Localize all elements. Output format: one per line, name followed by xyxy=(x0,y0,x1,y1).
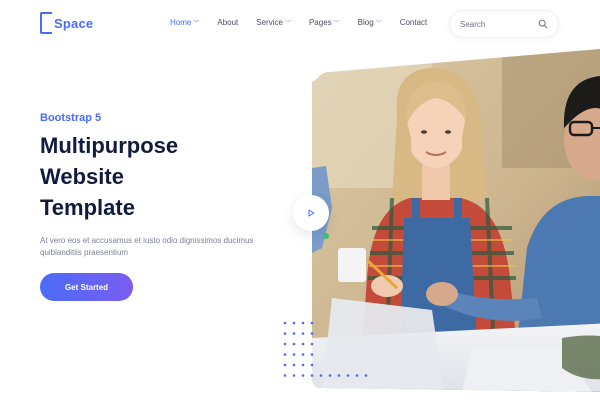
hero-description: At vero eos et accusamus et iusto odio d… xyxy=(40,236,254,257)
hero-title: Multipurpose Website Template xyxy=(40,130,280,223)
decorative-dot xyxy=(310,332,314,335)
decorative-dot xyxy=(292,353,296,356)
decorative-dot xyxy=(292,363,296,367)
search-input[interactable]: Search xyxy=(460,20,538,29)
decorative-dot-grid xyxy=(283,321,368,377)
video-play-button[interactable] xyxy=(293,195,329,231)
decorative-dot xyxy=(292,374,296,377)
decorative-dot xyxy=(292,342,296,346)
nav-item-contact[interactable]: Contact xyxy=(400,18,428,27)
play-icon xyxy=(308,209,315,217)
decorative-dot xyxy=(328,374,332,377)
logo-mark-icon xyxy=(40,12,52,34)
decorative-dot xyxy=(301,332,305,335)
chevron-down-icon: ﹀ xyxy=(284,21,291,27)
brand-name: Space xyxy=(54,15,94,31)
decorative-dot xyxy=(283,321,287,325)
brand-logo[interactable]: Space xyxy=(40,12,93,34)
nav-item-service[interactable]: Service ﹀ xyxy=(256,18,291,27)
nav-item-label: Home xyxy=(170,18,192,27)
decorative-dot xyxy=(301,374,305,377)
decorative-dot xyxy=(301,363,305,367)
nav-item-blog[interactable]: Blog ﹀ xyxy=(358,18,382,27)
hero-title-line: Template xyxy=(40,195,135,220)
decorative-dot xyxy=(292,321,296,325)
decorative-dot xyxy=(319,374,323,377)
get-started-button[interactable]: Get Started xyxy=(40,273,133,301)
decorative-dot xyxy=(337,374,341,377)
decorative-dot xyxy=(301,321,305,325)
nav-item-label: Blog xyxy=(357,18,374,27)
decorative-dot xyxy=(301,353,305,356)
nav-item-about[interactable]: About xyxy=(217,18,238,27)
decorative-dot xyxy=(301,342,305,346)
decorative-dot xyxy=(310,374,314,377)
decorative-dot xyxy=(310,363,314,367)
search-icon[interactable] xyxy=(538,19,548,29)
nav-item-label: Service xyxy=(256,18,283,27)
nav-item-home[interactable]: Home ﹀ xyxy=(170,18,199,27)
landing-page: Space Home ﹀ About Service ﹀ Pages ﹀ Blog ﹀ … xyxy=(0,0,600,400)
decorative-dot xyxy=(355,374,359,377)
nav-item-label: Pages xyxy=(308,18,332,27)
decorative-dot xyxy=(283,374,287,377)
decorative-dot xyxy=(346,374,350,377)
chevron-down-icon: ﹀ xyxy=(375,21,382,27)
hero-title-line: Multipurpose xyxy=(40,133,179,158)
decorative-dot xyxy=(310,321,314,325)
chevron-down-icon: ﹀ xyxy=(333,21,340,27)
decorative-dot xyxy=(310,342,314,346)
chevron-down-icon: ﹀ xyxy=(193,21,200,27)
decorative-dot xyxy=(283,342,287,346)
decorative-dot xyxy=(364,374,368,377)
nav-item-pages[interactable]: Pages ﹀ xyxy=(309,18,340,27)
nav-item-label: Contact xyxy=(399,18,428,27)
hero-title-line: Website xyxy=(40,164,124,189)
nav-item-label: About xyxy=(217,18,239,27)
search-box[interactable]: Search xyxy=(450,11,558,37)
hero-eyebrow: Bootstrap 5 xyxy=(40,112,102,124)
decorative-dot xyxy=(283,363,287,367)
decorative-dot xyxy=(292,332,296,335)
decorative-dot xyxy=(310,353,314,356)
decorative-dot xyxy=(283,353,287,356)
main-nav: Home ﹀ About Service ﹀ Pages ﹀ Blog ﹀ Contac… xyxy=(170,18,445,27)
decorative-dot xyxy=(283,332,287,335)
